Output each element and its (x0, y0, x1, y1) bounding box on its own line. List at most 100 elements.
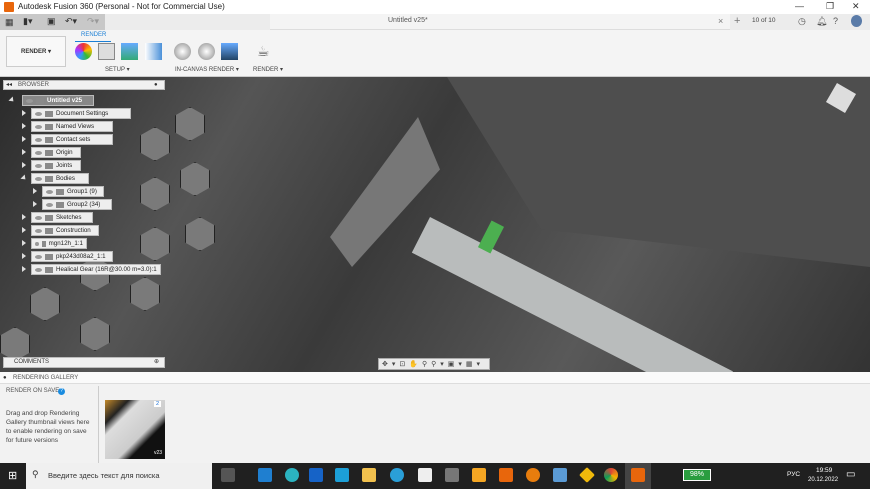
render-thumbnail[interactable]: 2 v23 (105, 400, 165, 459)
expand-toggle[interactable] (22, 149, 26, 155)
expand-toggle[interactable] (22, 162, 26, 168)
taskbar-app2-icon[interactable] (445, 468, 459, 482)
undo-icon[interactable]: ↶▾ (65, 16, 77, 27)
browser-node[interactable]: pkp243d08a2_1:1 (31, 251, 113, 262)
language-indicator[interactable]: РУС (787, 471, 800, 478)
restore-button[interactable]: ❐ (826, 1, 834, 12)
expand-toggle[interactable] (22, 253, 26, 259)
visibility-eye-icon[interactable] (35, 228, 42, 233)
browser-node[interactable]: Bodies (31, 173, 89, 184)
help-icon[interactable]: ? (58, 388, 65, 395)
visibility-eye-icon[interactable] (35, 150, 42, 155)
file-menu-icon[interactable]: ▮▾ (23, 16, 32, 27)
minimize-button[interactable]: — (795, 1, 804, 11)
edge-icon[interactable] (285, 468, 299, 482)
browser-node[interactable]: Named Views (31, 121, 113, 132)
close-tab-button[interactable]: × (718, 16, 723, 26)
start-icon[interactable]: ⊞ (8, 469, 17, 482)
setup-group-label[interactable]: SETUP ▾ (105, 66, 130, 73)
in-canvas-render-icon[interactable] (174, 43, 191, 60)
expand-toggle[interactable] (33, 188, 37, 194)
browser-node[interactable]: mgn12h_1:1 (31, 238, 87, 249)
browser-node[interactable]: Group1 (9) (42, 186, 104, 197)
clock-icon[interactable]: ◷ (798, 16, 806, 27)
in-canvas-render-group-label[interactable]: IN-CANVAS RENDER ▾ (175, 66, 239, 73)
scene-settings-icon[interactable] (98, 43, 115, 60)
browser-node[interactable]: Group2 (34) (42, 199, 112, 210)
browser-node[interactable]: Construction (31, 225, 99, 236)
navigation-toolbar[interactable]: ✥▾⊡✋⚲⚲▾▣▾▦▾ (378, 358, 490, 370)
visibility-eye-icon[interactable] (35, 254, 42, 259)
taskbar-l-icon[interactable] (335, 468, 349, 482)
add-comment-icon[interactable]: ⊕ (154, 358, 159, 367)
document-tab[interactable]: Untitled v25* × (270, 14, 730, 30)
texture-map-icon[interactable] (145, 43, 162, 60)
clock-time[interactable]: 19:59 (816, 467, 832, 474)
avatar[interactable] (851, 15, 862, 27)
tab-render[interactable]: RENDER (81, 32, 106, 38)
browser-node[interactable]: Contact sets (31, 134, 113, 145)
comments-panel[interactable]: COMMENTS ⊕ (3, 357, 165, 368)
help-icon[interactable]: ? (833, 16, 838, 26)
canvas-viewport[interactable] (0, 77, 870, 372)
collapse-gallery-icon[interactable]: ● (3, 375, 7, 381)
visibility-eye-icon[interactable] (35, 137, 42, 142)
visibility-eye-icon[interactable] (35, 267, 42, 272)
browser-node[interactable]: Untitled v25 (22, 95, 94, 106)
visibility-eye-icon[interactable] (35, 176, 42, 181)
browser-node[interactable]: Sketches (31, 212, 93, 223)
taskbar-app-icon[interactable] (258, 468, 272, 482)
explorer-icon[interactable] (362, 468, 376, 482)
in-canvas-settings-icon[interactable] (198, 43, 215, 60)
visibility-eye-icon[interactable] (35, 124, 42, 129)
workspace-switcher[interactable]: RENDER ▾ (6, 36, 66, 67)
expand-toggle[interactable] (22, 227, 26, 233)
fusion-active-icon[interactable] (631, 468, 645, 482)
browser-node[interactable]: Joints (31, 160, 81, 171)
browser-pin-icon[interactable]: ● (154, 81, 158, 90)
browser-node[interactable]: Origin (31, 147, 81, 158)
notifications-icon[interactable]: ▭ (846, 469, 855, 480)
render-group-label[interactable]: RENDER ▾ (253, 66, 283, 73)
task-view-icon[interactable] (221, 468, 235, 482)
visibility-eye-icon[interactable] (35, 111, 42, 116)
browser-panel-header[interactable]: ◂◂ BROWSER ● (3, 80, 165, 90)
clock-date[interactable]: 20.12.2022 (808, 477, 838, 483)
store-icon[interactable] (309, 468, 323, 482)
expand-toggle[interactable] (22, 214, 26, 220)
telegram-icon[interactable] (390, 468, 404, 482)
save-icon[interactable]: ▣ (47, 16, 56, 27)
visibility-eye-icon[interactable] (35, 241, 39, 246)
visibility-eye-icon[interactable] (26, 98, 33, 103)
battery-indicator[interactable]: 98% (683, 469, 711, 481)
bell-icon[interactable]: 🔔︎ (816, 16, 827, 27)
taskbar-mail-icon[interactable] (418, 468, 432, 482)
redo-icon[interactable]: ↷▾ (87, 16, 99, 27)
appearance-icon[interactable] (75, 43, 92, 60)
chrome-icon[interactable] (604, 468, 618, 482)
capture-image-icon[interactable] (221, 43, 238, 60)
environment-library-icon[interactable] (121, 43, 138, 60)
taskbar-app3-icon[interactable] (553, 468, 567, 482)
close-button[interactable]: ✕ (852, 1, 860, 12)
apps-grid-icon[interactable]: ▦ (5, 17, 14, 28)
teapot-render-icon[interactable]: ☕︎ (257, 43, 274, 60)
expand-toggle[interactable] (22, 136, 26, 142)
visibility-eye-icon[interactable] (35, 215, 42, 220)
visibility-eye-icon[interactable] (35, 163, 42, 168)
visibility-eye-icon[interactable] (46, 202, 53, 207)
expand-toggle[interactable] (22, 123, 26, 129)
browser-node[interactable]: Healical Gear (16R@30.00 m=3.0):1 (31, 264, 161, 275)
visibility-eye-icon[interactable] (46, 189, 53, 194)
expand-toggle[interactable] (33, 201, 37, 207)
orbit-pan-zoom-display-icons[interactable]: ✥▾⊡✋⚲⚲▾▣▾▦▾ (382, 360, 484, 368)
taskbar-search[interactable]: ⚲ Введите здесь текст для поиска (26, 463, 212, 489)
taskbar-n-icon[interactable] (472, 468, 486, 482)
browser-node[interactable]: Document Settings (31, 108, 131, 119)
expand-toggle[interactable] (22, 266, 26, 272)
job-status[interactable]: 10 of 10 (752, 17, 776, 24)
expand-toggle[interactable] (22, 240, 26, 246)
fusion-taskbar-icon[interactable] (499, 468, 513, 482)
new-tab-button[interactable]: + (734, 15, 740, 27)
expand-toggle[interactable] (22, 110, 26, 116)
